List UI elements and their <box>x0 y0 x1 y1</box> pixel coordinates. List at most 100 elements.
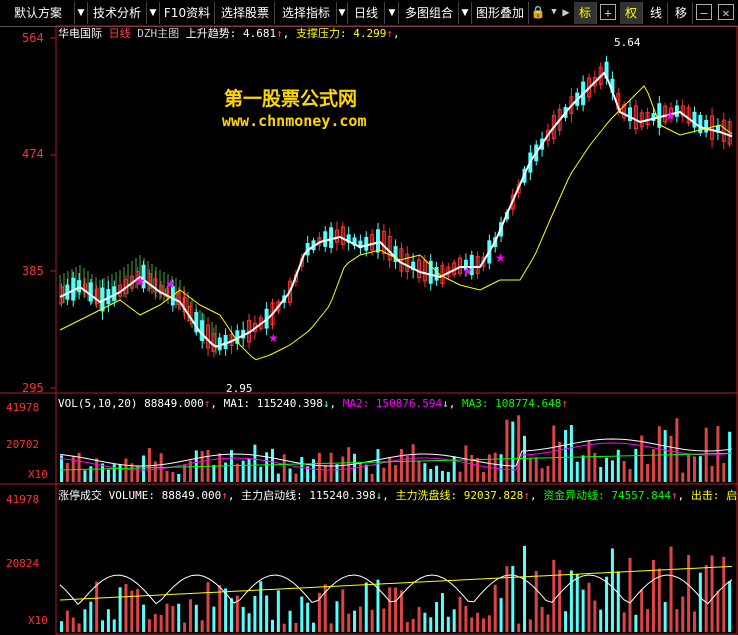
zt-vol-bar <box>188 599 192 632</box>
zt-vol-bar <box>300 596 304 632</box>
zt-multiplier: X10 <box>28 614 48 627</box>
vol-y-tick: 41978 <box>6 401 40 414</box>
vol-bar <box>212 464 216 482</box>
vol-bar <box>610 460 614 482</box>
zt-vol-bar <box>353 610 357 632</box>
vol-bar <box>60 455 63 482</box>
zt-vol-bar <box>118 587 122 632</box>
vol-bar <box>487 454 491 482</box>
vol-bar <box>493 452 497 482</box>
chart-canvas[interactable]: ★ ★ ★ ★ ★ ★ <box>0 0 738 635</box>
vol-bar <box>118 464 122 482</box>
zt-vol-bar <box>687 555 691 632</box>
vol-bar <box>382 467 386 482</box>
vol-bar <box>546 465 550 482</box>
candle-body <box>375 229 380 253</box>
buy-star-icon: ★ <box>665 109 676 123</box>
vol-bar <box>511 421 515 482</box>
vol-bar <box>622 460 626 482</box>
zt-vol-bar <box>692 611 696 632</box>
zt-vol-bar <box>669 546 673 632</box>
vol-bar <box>95 458 99 482</box>
vol-bar <box>528 458 532 482</box>
up-arrow-icon: ↑ <box>386 27 393 40</box>
zt-vol-bar <box>265 595 269 632</box>
vol-value: VOL(5,10,20) 88849.000 <box>58 397 204 410</box>
vol-bar <box>370 473 374 482</box>
zt-vol-bar <box>364 582 368 632</box>
candle-body <box>200 320 205 342</box>
vol-bar <box>394 465 398 482</box>
vol-bar <box>681 472 685 482</box>
low-label: 2.95 <box>226 382 253 395</box>
watermark-url: www.chnmoney.com <box>222 112 367 130</box>
vol-bar <box>458 471 462 482</box>
vol-bar <box>300 457 304 482</box>
vol-bar <box>698 456 702 482</box>
up-arrow-icon: ↑ <box>276 27 283 40</box>
up-arrow-icon: ↑ <box>561 397 568 410</box>
vol-bar <box>552 425 556 482</box>
zt-vol-bar <box>206 582 210 632</box>
zt-vol-bar <box>136 588 140 632</box>
zt-vol-bar <box>534 570 538 632</box>
vol-bar <box>569 425 573 482</box>
vol-bar <box>106 469 110 482</box>
candle-body <box>434 266 439 281</box>
zt-volume: VOLUME: 88849.000 <box>108 489 222 502</box>
zt-vol-bar <box>481 618 485 632</box>
vol-bar <box>575 461 579 482</box>
zt-vol-bar <box>499 598 503 632</box>
vol-bar <box>235 463 239 482</box>
zt-vol-bar <box>247 613 251 632</box>
zt-vol-bar <box>347 613 351 632</box>
zt-vol-bar <box>253 595 257 632</box>
zt-vol-bar <box>370 609 374 632</box>
vol-y-tick: 20702 <box>6 438 40 451</box>
vol-bar <box>593 452 597 482</box>
vol-bar <box>270 448 274 482</box>
candle-body <box>364 236 369 251</box>
zt-vol-bar <box>558 569 562 632</box>
zt-xipan: 主力洗盘线: 92037.828 <box>395 489 524 502</box>
vol-bar <box>142 455 146 482</box>
vol-bar <box>663 430 667 482</box>
zt-vol-bar <box>95 581 99 632</box>
zt-vol-bar <box>546 614 550 632</box>
zt-vol-bar <box>229 598 233 632</box>
indicator-name: DZH主图 <box>137 27 180 40</box>
vol-bar <box>83 470 87 482</box>
vol-bar <box>464 445 468 482</box>
zt-vol-bar <box>241 606 245 632</box>
zt-vol-bar <box>212 606 216 632</box>
candle-body <box>329 227 334 248</box>
zt-vol-bar <box>552 559 556 632</box>
vol-bar <box>65 462 69 482</box>
zt-vol-bar <box>153 613 157 632</box>
zt-vol-bar <box>394 587 398 632</box>
vol-bar <box>405 456 409 482</box>
zt-vol-bar <box>523 545 527 632</box>
vol-bar <box>669 435 673 482</box>
candle-body <box>628 107 633 122</box>
vol-bar <box>517 415 521 482</box>
zt-vol-bar <box>124 583 128 632</box>
vol-bar <box>628 469 632 482</box>
zt-chuji: 出击: 启动: <box>690 489 738 502</box>
candle-body <box>217 337 222 351</box>
vol-bar <box>112 464 116 482</box>
vol-bar <box>505 419 509 482</box>
vol-bar <box>429 469 433 482</box>
vol-bar <box>276 473 280 482</box>
vol-bar <box>399 448 403 482</box>
vol-bar <box>540 468 544 482</box>
vol-bar <box>294 473 298 482</box>
stock-name: 华电国际 <box>58 27 102 40</box>
zt-vol-bar <box>657 568 661 632</box>
zt-vol-bar <box>183 622 187 632</box>
zt-vol-bar <box>417 606 421 632</box>
zt-vol-bar <box>171 606 175 632</box>
zt-zhuli: 主力启动线: 115240.398 <box>241 489 376 502</box>
ma2-value: MA2: 150876.594 <box>342 397 443 410</box>
zt-vol-bar <box>440 593 444 632</box>
